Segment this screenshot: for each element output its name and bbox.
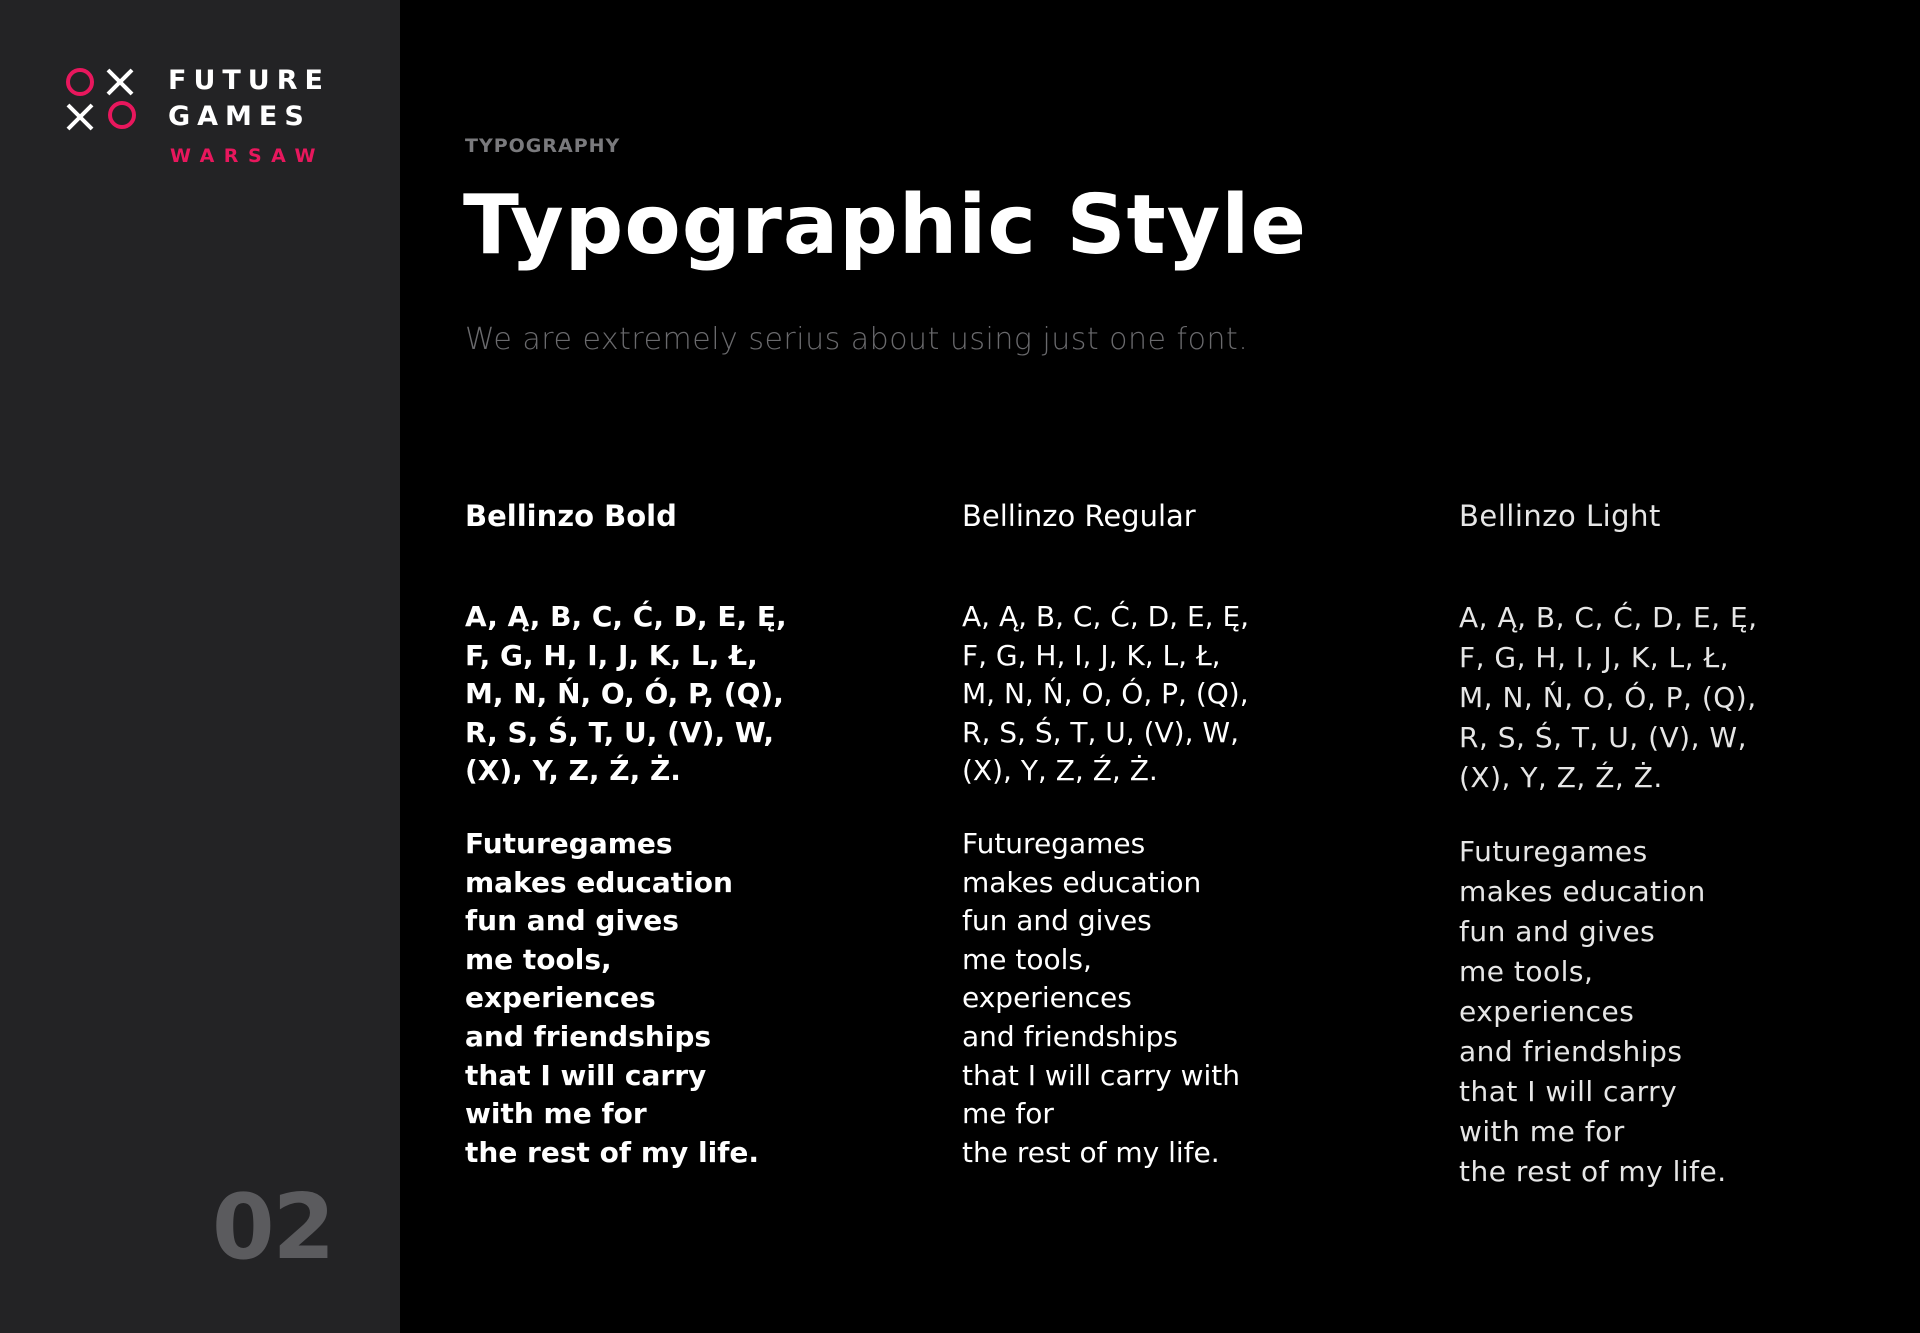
sample-text: Futuregames makes education fun and give… — [962, 826, 1241, 1169]
sample-text: Futuregames makes education fun and give… — [465, 826, 759, 1169]
alphabet-specimen: A, Ą, B, C, Ć, D, E, Ę, F, G, H, I, J, K… — [962, 600, 1250, 788]
o-icon — [108, 101, 136, 129]
page-subtitle: We are extremely serius about using just… — [465, 322, 1249, 357]
page-number: 02 — [212, 1175, 335, 1280]
slide: FUTURE GAMES WARSAW 02 TYPOGRAPHY Typogr… — [0, 0, 1920, 1333]
specimen-column-regular: Bellinzo Regular A, Ą, B, C, Ć, D, E, Ę,… — [962, 496, 1422, 1172]
alphabet-specimen: A, Ą, B, C, Ć, D, E, Ę, F, G, H, I, J, K… — [1459, 601, 1758, 794]
font-name: Bellinzo Bold — [465, 499, 677, 533]
o-icon — [66, 68, 94, 96]
brand-logo: FUTURE GAMES WARSAW — [66, 66, 346, 176]
logo-symbol-grid — [66, 66, 136, 130]
page-title: Typographic Style — [463, 178, 1307, 273]
sidebar: FUTURE GAMES WARSAW 02 — [0, 0, 400, 1333]
font-name: Bellinzo Light — [1459, 499, 1661, 533]
x-icon — [106, 68, 134, 96]
specimen-column-light: Bellinzo Light A, Ą, B, C, Ć, D, E, Ę, F… — [1459, 496, 1919, 1192]
font-name: Bellinzo Regular — [962, 499, 1196, 533]
sample-text: Futuregames makes education fun and give… — [1459, 835, 1727, 1188]
alphabet-specimen: A, Ą, B, C, Ć, D, E, Ę, F, G, H, I, J, K… — [465, 600, 787, 788]
logo-wordmark-line-2: GAMES — [168, 101, 311, 132]
logo-wordmark-line-1: FUTURE — [168, 65, 330, 96]
section-label: TYPOGRAPHY — [465, 135, 621, 157]
x-icon — [66, 103, 94, 131]
specimen-column-bold: Bellinzo Bold A, Ą, B, C, Ć, D, E, Ę, F,… — [465, 496, 925, 1172]
logo-city: WARSAW — [170, 145, 325, 167]
